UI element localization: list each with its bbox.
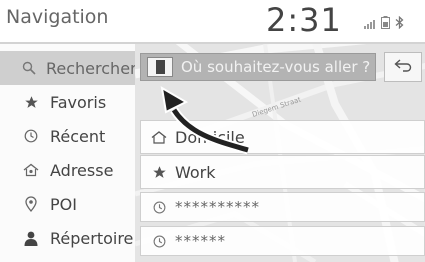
result-label: **********: [175, 198, 260, 216]
pin-icon: [22, 196, 40, 212]
result-recent-1[interactable]: **********: [140, 192, 425, 222]
sidebar-item-label: Adresse: [50, 160, 114, 180]
home-icon: [151, 130, 167, 144]
sidebar-item-label: Répertoire: [50, 228, 134, 248]
result-home[interactable]: Domicile: [140, 120, 425, 154]
sidebar-item-favorites[interactable]: Favoris: [0, 85, 135, 119]
person-icon: [22, 231, 40, 246]
result-label: Domicile: [175, 127, 245, 147]
search-icon: [22, 61, 36, 75]
result-work[interactable]: Work: [140, 155, 425, 189]
star-icon: [151, 165, 167, 180]
sidebar-item-poi[interactable]: POI: [0, 187, 135, 221]
result-recent-2[interactable]: ******: [140, 226, 425, 256]
keyboard-icon: [147, 57, 173, 77]
return-icon: [394, 58, 412, 77]
clock-icon: [22, 129, 40, 143]
sidebar-item-recent[interactable]: Récent: [0, 119, 135, 153]
battery-icon: [381, 14, 390, 33]
header-bar: Navigation 2:31: [0, 0, 425, 44]
result-label: Work: [175, 162, 216, 182]
navigation-screen: Navigation 2:31 Rechercher Favoris Récen…: [0, 0, 425, 262]
sidebar-item-label: POI: [50, 194, 77, 214]
clock-icon: [151, 235, 167, 248]
address-icon: [22, 163, 40, 177]
result-label: ******: [175, 232, 226, 250]
sidebar: Rechercher Favoris Récent Adresse POI Ré…: [0, 44, 137, 262]
sidebar-item-label: Récent: [50, 126, 106, 146]
search-input[interactable]: Où souhaitez-vous aller ?: [140, 53, 376, 81]
clock: 2:31: [266, 1, 342, 39]
sidebar-item-search[interactable]: Rechercher: [0, 51, 137, 85]
sidebar-item-label: Rechercher: [46, 58, 137, 78]
back-button[interactable]: [384, 52, 422, 82]
status-icons: [364, 14, 404, 33]
clock-icon: [151, 201, 167, 214]
page-title: Navigation: [6, 6, 109, 28]
search-placeholder: Où souhaitez-vous aller ?: [181, 58, 371, 76]
sidebar-item-address[interactable]: Adresse: [0, 153, 135, 187]
bluetooth-icon: [395, 14, 404, 33]
sidebar-item-label: Favoris: [50, 92, 107, 112]
star-icon: [22, 95, 40, 110]
signal-icon: [364, 14, 376, 33]
sidebar-item-directory[interactable]: Répertoire: [0, 221, 135, 255]
